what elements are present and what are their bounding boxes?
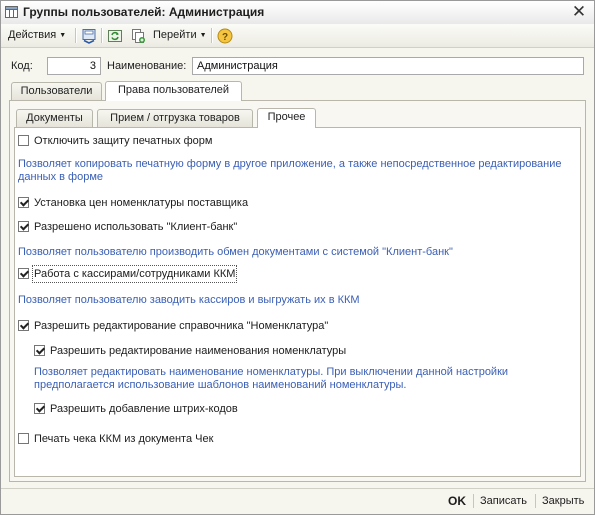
table-icon (5, 6, 18, 18)
checkbox[interactable] (34, 403, 45, 414)
goto-menu-label: Перейти (153, 29, 197, 41)
checkbox[interactable] (34, 345, 45, 356)
toolbar-separator (101, 28, 103, 43)
option-description: Позволяет копировать печатную форму в др… (18, 158, 562, 183)
copy-icon[interactable] (130, 28, 146, 44)
dropdown-arrow-icon: ▼ (199, 32, 207, 39)
tab-other[interactable]: Прочее (257, 108, 316, 128)
checkbox[interactable] (18, 433, 29, 444)
option-description: Позволяет пользователю производить обмен… (18, 246, 453, 258)
option-label: Печать чека ККМ из документа Чек (34, 433, 214, 445)
save-button[interactable]: Записать (480, 493, 527, 509)
help-icon[interactable]: ? (217, 28, 233, 44)
goto-menu-button[interactable]: Перейти ▼ (153, 24, 207, 47)
tab-other-label: Прочее (267, 111, 306, 123)
refresh-icon[interactable] (107, 28, 123, 44)
code-field[interactable] (47, 57, 101, 75)
checkbox[interactable] (18, 320, 29, 331)
toolbar: Действия ▼ Перейти ▼ ? (1, 24, 594, 48)
tab-documents-label: Документы (26, 112, 83, 124)
name-label: Наименование: (107, 60, 187, 72)
option-label: Разрешить редактирование наименования но… (50, 345, 347, 357)
option-label: Разрешить добавление штрих-кодов (50, 403, 238, 415)
button-separator (535, 494, 536, 508)
window-title: Группы пользователей: Администрация (23, 5, 265, 19)
tab-documents[interactable]: Документы (16, 109, 93, 127)
tab-receipt-shipment-label: Прием / отгрузка товаров (110, 112, 240, 124)
button-separator (473, 494, 474, 508)
toolbar-separator (75, 28, 77, 43)
option-label: Работа с кассирами/сотрудниками ККМ (31, 265, 238, 283)
option-description: Позволяет пользователю заводить кассиров… (18, 294, 360, 306)
option-label: Отключить защиту печатных форм (34, 135, 213, 147)
close-icon[interactable]: ✕ (570, 2, 588, 22)
tab-receipt-shipment[interactable]: Прием / отгрузка товаров (97, 109, 253, 127)
checkbox[interactable] (18, 135, 29, 146)
option-label: Разрешить редактирование справочника "Но… (34, 320, 329, 332)
actions-menu-label: Действия (8, 29, 57, 41)
form-window: Группы пользователей: Администрация ✕ Де… (0, 0, 595, 515)
actions-menu-button[interactable]: Действия ▼ (8, 24, 66, 47)
tab-users[interactable]: Пользователи (11, 82, 102, 100)
ok-button[interactable]: OK (448, 493, 466, 509)
tab-users-label: Пользователи (20, 85, 93, 97)
tab-user-rights[interactable]: Права пользователей (105, 81, 242, 101)
dropdown-arrow-icon: ▼ (59, 32, 67, 39)
svg-text:?: ? (222, 32, 228, 43)
option-description: Позволяет редактировать наименование ном… (34, 366, 509, 391)
checkbox[interactable] (18, 221, 29, 232)
title-bar[interactable]: Группы пользователей: Администрация ✕ (1, 1, 594, 25)
save-and-close-icon[interactable] (81, 28, 97, 44)
code-label: Код: (11, 60, 33, 72)
checkbox[interactable] (18, 268, 29, 279)
option-label: Разрешено использовать "Клиент-банк" (34, 221, 238, 233)
tab-user-rights-label: Права пользователей (118, 84, 229, 96)
close-button[interactable]: Закрыть (542, 493, 584, 509)
checkbox[interactable] (18, 197, 29, 208)
name-field[interactable] (192, 57, 584, 75)
option-label: Установка цен номенклатуры поставщика (34, 197, 249, 209)
button-bar: OK Записать Закрыть (1, 488, 594, 514)
toolbar-separator (211, 28, 213, 43)
